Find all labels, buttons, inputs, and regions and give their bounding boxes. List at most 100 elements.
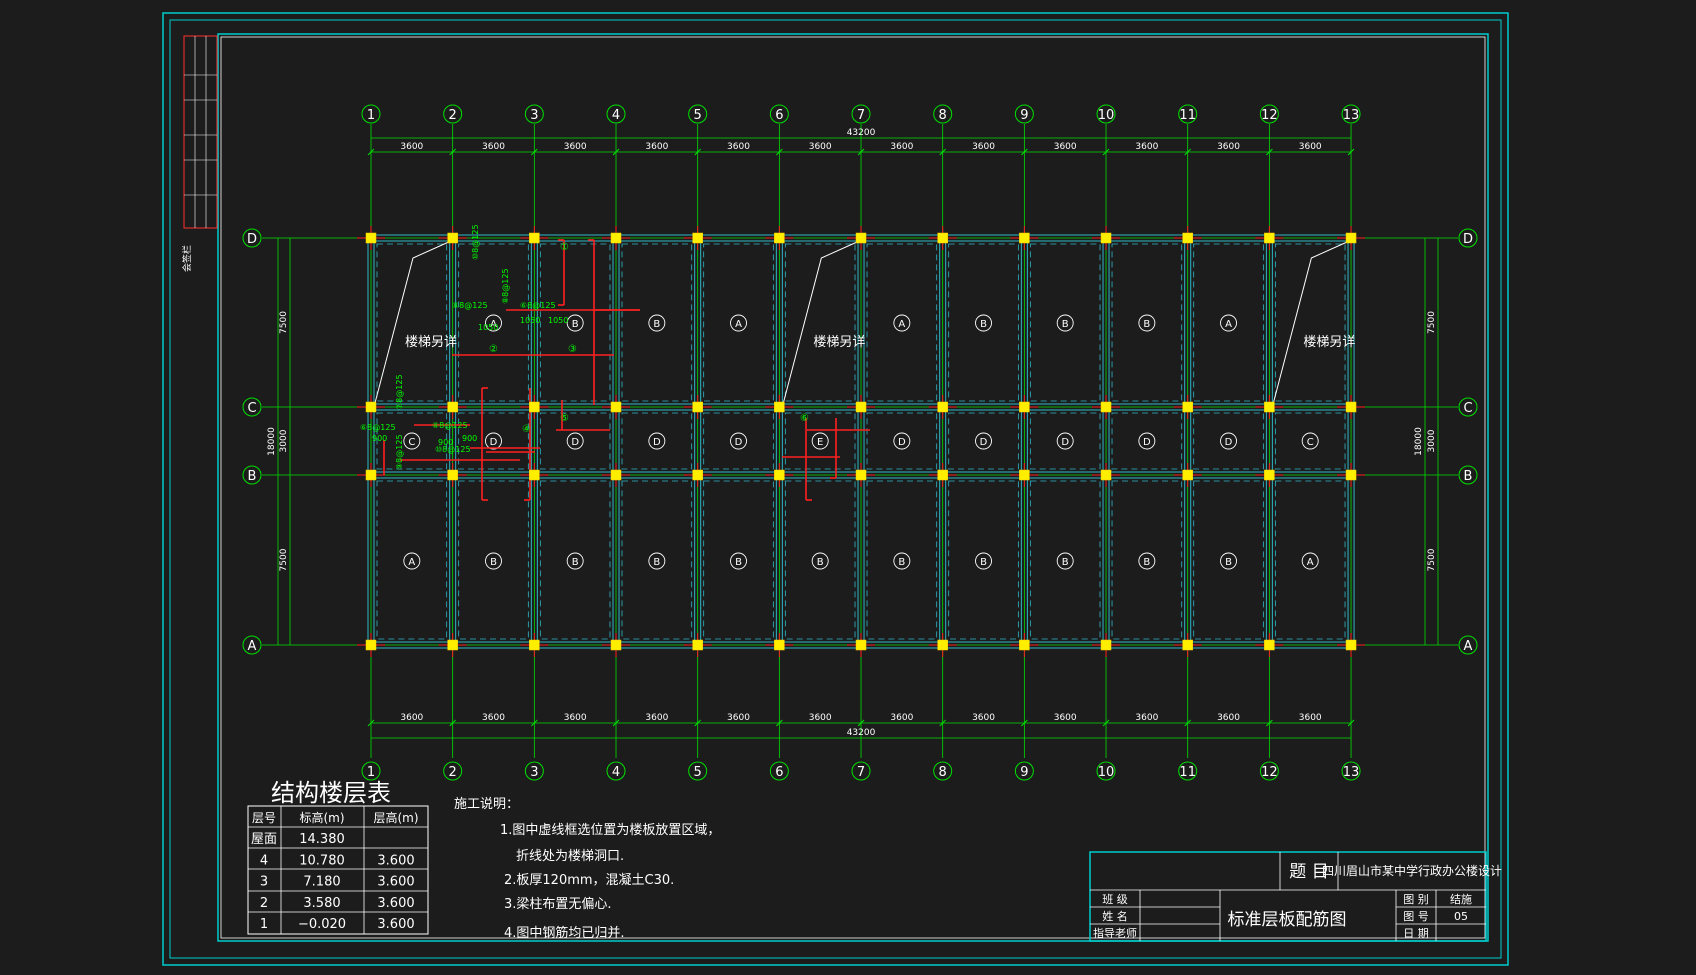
- slab-type-label: B: [572, 557, 579, 568]
- column: [692, 401, 703, 413]
- column: [1182, 639, 1193, 651]
- axis-label-x: 7: [857, 108, 865, 123]
- name-label: 姓 名: [1102, 909, 1128, 923]
- axis-label-x: 1: [367, 108, 375, 123]
- dimension-span: 3600: [1135, 713, 1158, 723]
- column: [1019, 469, 1030, 481]
- slab-type-label: E: [817, 437, 823, 448]
- outer-frame: [162, 12, 1509, 966]
- column: [1264, 401, 1275, 413]
- column: [937, 232, 948, 244]
- dimension-span: 3600: [564, 142, 587, 152]
- dimension-total: 18000: [267, 427, 277, 456]
- slab-outline: [784, 243, 856, 402]
- dimension-span: 3600: [645, 142, 668, 152]
- dimension-span: 7500: [279, 548, 289, 571]
- structural-drawing-canvas: 会签栏 1122334455667788991010111112121313D D…: [162, 12, 1509, 966]
- column: [610, 469, 622, 481]
- dimension-span: 3600: [1054, 142, 1077, 152]
- axis-label-x: 12: [1261, 765, 1278, 780]
- dimension-span: 7500: [1427, 548, 1437, 571]
- floor-table-cell: 2: [260, 896, 268, 911]
- floor-table-cell: 3: [260, 875, 268, 890]
- column: [1345, 639, 1357, 651]
- slab-type-label: B: [653, 319, 660, 330]
- column: [447, 401, 458, 413]
- axis-label-x: 6: [775, 765, 783, 780]
- slab-type-label: B: [572, 319, 579, 330]
- axis-label-x: 8: [939, 765, 947, 780]
- column: [365, 469, 377, 481]
- advisor-label: 指导老师: [1093, 926, 1137, 940]
- floor-table-cell: 屋面: [251, 832, 277, 847]
- column: [610, 401, 622, 413]
- stair-break-line: [374, 241, 449, 404]
- floor-table-cell: 3.600: [377, 896, 414, 911]
- column: [365, 401, 377, 413]
- number-value: 05: [1454, 910, 1468, 923]
- slab-type-label: B: [898, 557, 905, 568]
- column: [1182, 232, 1193, 244]
- floor-table-cell: 1: [260, 917, 268, 932]
- column: [774, 469, 785, 481]
- column: [610, 232, 622, 244]
- axis-label-y: B: [1464, 469, 1473, 484]
- floor-table-title: 结构楼层表: [271, 779, 391, 807]
- column: [529, 469, 540, 481]
- dimension-span: 3600: [1054, 713, 1077, 723]
- slab-type-label: D: [735, 437, 743, 448]
- slab-type-label: B: [1062, 557, 1069, 568]
- column: [529, 401, 540, 413]
- column: [855, 232, 867, 244]
- floor-table-header-elevation: 标高(m): [299, 810, 344, 825]
- floor-table-cell: 3.580: [303, 896, 340, 911]
- rebar-annotation: ⑥8@125: [520, 301, 556, 310]
- axis-label-x: 5: [694, 765, 702, 780]
- column: [1264, 469, 1275, 481]
- floor-table-cell: 14.380: [299, 832, 345, 847]
- dimension-span: 3600: [1299, 713, 1322, 723]
- dimension-span: 7500: [279, 311, 289, 334]
- slab-type-label: C: [408, 437, 415, 448]
- dimension-span: 3600: [482, 713, 505, 723]
- project-name: 四川眉山市某中学行政办公楼设计: [1322, 863, 1502, 878]
- column: [1264, 232, 1275, 244]
- axis-label-x: 6: [775, 108, 783, 123]
- floor-table-cell: 3.600: [377, 875, 414, 890]
- column: [937, 639, 948, 651]
- signoff-strip: 会签栏: [181, 35, 218, 272]
- dimension-span: 3600: [1217, 142, 1240, 152]
- slab-type-label: B: [1062, 319, 1069, 330]
- dimension-layer: 43200 3600 3600 3600 3600 3600 3600 3600 3600 360…: [267, 128, 1439, 739]
- slab-type-label: D: [653, 437, 661, 448]
- rebar-annotation: ⑦8@125: [395, 374, 404, 410]
- rebar-annotation: 900: [438, 438, 453, 447]
- rebar-layer: ⑩8@125 ⑧8@125 ⑧8@125 ⑥8@125 ⑦8@125 ⑥8@125 ⑧8@1…: [360, 224, 870, 501]
- axis-label-x: 10: [1098, 765, 1115, 780]
- column: [447, 232, 458, 244]
- column: [1182, 401, 1193, 413]
- stair-note: 楼梯另详: [405, 335, 457, 350]
- dimension-span: 3600: [727, 142, 750, 152]
- axis-label-x: 4: [612, 765, 620, 780]
- axis-label-x: 11: [1179, 765, 1196, 780]
- note-line-4: 3.梁柱布置无偏心.: [504, 897, 612, 912]
- slab-type-label: D: [1143, 437, 1151, 448]
- axis-grid-layer: 1122334455667788991010111112121313D DC CB B…: [242, 104, 1478, 781]
- dimension-span: 3600: [1135, 142, 1158, 152]
- slab-type-label: B: [1143, 557, 1150, 568]
- column: [1182, 469, 1193, 481]
- column: [774, 232, 785, 244]
- slab-type-label: B: [1143, 319, 1150, 330]
- floor-table-header-level: 层号: [252, 811, 276, 825]
- rebar-mark: ⑥: [800, 413, 809, 424]
- dimension-span: 3600: [809, 713, 832, 723]
- column: [1345, 232, 1357, 244]
- dimension-total: 43200: [847, 728, 876, 738]
- column: [1345, 401, 1357, 413]
- slab-type-label: B: [1225, 557, 1232, 568]
- notes-heading: 施工说明：: [454, 797, 519, 812]
- dimension-span: 3600: [482, 142, 505, 152]
- column: [365, 232, 377, 244]
- note-line-1: 1.图中虚线框选位置为楼板放置区域，: [500, 823, 720, 838]
